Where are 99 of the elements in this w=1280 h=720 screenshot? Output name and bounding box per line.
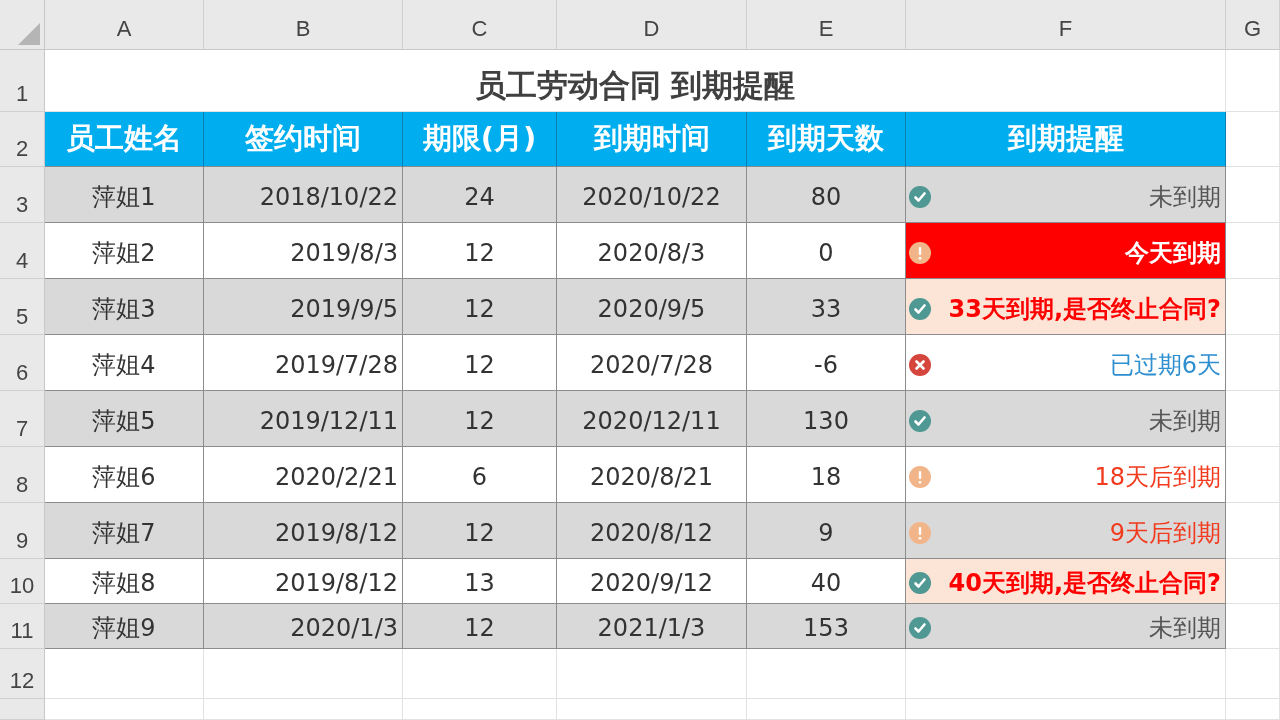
- empty-cell[interactable]: [204, 649, 403, 699]
- row-header[interactable]: 6: [15, 360, 29, 386]
- table-cell: 2020/8/21: [589, 462, 714, 491]
- column-title: 到期天数: [768, 120, 884, 157]
- table-cell-text: 萍姐3: [92, 293, 156, 325]
- table-cell-text: 今天到期: [1125, 237, 1221, 269]
- column-header[interactable]: A: [116, 15, 132, 42]
- empty-cell[interactable]: [1226, 223, 1280, 279]
- table-cell: 18: [810, 462, 842, 491]
- row-header[interactable]: 9: [15, 528, 29, 554]
- table-cell: 2020/12/11: [582, 406, 721, 435]
- table-cell: 2020/8/3: [597, 238, 706, 267]
- row-header[interactable]: 3: [15, 192, 29, 218]
- table-cell: 9: [818, 518, 834, 547]
- column-header[interactable]: D: [643, 15, 660, 42]
- table-cell-text: 未到期: [1149, 181, 1221, 213]
- empty-cell[interactable]: [1226, 335, 1280, 391]
- table-cell: 12: [464, 238, 495, 267]
- table-cell-text: 萍姐7: [92, 517, 156, 549]
- table-cell: 2020/9/5: [597, 294, 706, 323]
- table-cell-text: 萍姐1: [92, 181, 156, 213]
- empty-cell[interactable]: [747, 649, 906, 699]
- table-cell: 0: [818, 238, 834, 267]
- table-cell: 2018/10/22: [259, 182, 398, 211]
- table-cell: 2019/7/28: [274, 350, 398, 379]
- table-cell-text: 萍姐5: [92, 405, 156, 437]
- empty-cell[interactable]: [1226, 112, 1280, 167]
- table-cell: 13: [464, 569, 495, 597]
- table-cell: 2020/8/12: [589, 518, 714, 547]
- column-title: 到期提醒: [1007, 120, 1124, 157]
- table-cell: 6: [471, 462, 488, 491]
- table-cell-text: 萍姐6: [92, 461, 156, 493]
- table-cell: 12: [464, 350, 495, 379]
- column-header[interactable]: C: [471, 15, 488, 42]
- table-cell: 2021/1/3: [597, 614, 706, 642]
- row-header[interactable]: 4: [15, 248, 29, 274]
- empty-cell[interactable]: [747, 699, 906, 720]
- empty-cell[interactable]: [1226, 649, 1280, 699]
- table-cell: -6: [814, 350, 838, 379]
- table-cell: 130: [803, 406, 849, 435]
- column-title: 到期时间: [593, 120, 710, 157]
- empty-cell[interactable]: [204, 699, 403, 720]
- empty-cell[interactable]: [906, 649, 1226, 699]
- empty-cell[interactable]: [403, 699, 557, 720]
- column-header[interactable]: F: [1058, 15, 1073, 42]
- table-cell: 12: [464, 294, 495, 323]
- table-cell: 2019/9/5: [290, 294, 398, 323]
- table-cell: 2019/8/12: [274, 518, 398, 547]
- column-title: 期限(月): [422, 120, 537, 157]
- table-cell: 2019/8/3: [290, 238, 398, 267]
- table-cell: 33: [810, 294, 842, 323]
- table-cell: 2020/7/28: [589, 350, 714, 379]
- table-cell: 12: [464, 406, 495, 435]
- empty-cell[interactable]: [1226, 167, 1280, 223]
- table-cell: 12: [464, 518, 495, 547]
- select-all-icon[interactable]: [18, 23, 40, 45]
- table-cell: 2020/2/21: [274, 462, 398, 491]
- table-cell: 2019/8/12: [274, 569, 398, 597]
- empty-cell[interactable]: [1226, 503, 1280, 559]
- table-cell: 12: [464, 614, 495, 642]
- row-header[interactable]: 5: [15, 304, 29, 330]
- table-cell-text: 18天后到期: [1094, 461, 1221, 493]
- table-cell-text: 未到期: [1149, 405, 1221, 437]
- table-cell-text: 萍姐2: [92, 237, 156, 269]
- table-cell-text: 33天到期,是否终止合同?: [948, 293, 1221, 325]
- table-cell-text: 萍姐8: [92, 568, 156, 599]
- sheet-title: 员工劳动合同 到期提醒: [474, 65, 796, 105]
- empty-cell[interactable]: [1226, 447, 1280, 503]
- empty-cell[interactable]: [906, 699, 1226, 720]
- table-cell: 153: [803, 614, 849, 642]
- row-header[interactable]: 8: [15, 472, 29, 498]
- empty-cell[interactable]: [557, 649, 747, 699]
- empty-cell[interactable]: [1226, 279, 1280, 335]
- row-header[interactable]: 2: [15, 136, 29, 162]
- row-header[interactable]: [0, 699, 45, 720]
- table-cell-text: 40天到期,是否终止合同?: [948, 568, 1221, 599]
- empty-cell[interactable]: [557, 699, 747, 720]
- table-cell-text: 萍姐4: [92, 349, 156, 381]
- empty-cell[interactable]: [403, 649, 557, 699]
- column-title: 签约时间: [245, 120, 361, 157]
- table-cell: 2019/12/11: [259, 406, 398, 435]
- table-cell-text: 已过期6天: [1109, 349, 1221, 381]
- table-cell-text: 未到期: [1149, 613, 1221, 644]
- empty-cell[interactable]: [1226, 699, 1280, 720]
- table-cell-text: 萍姐9: [92, 613, 156, 644]
- column-header[interactable]: E: [818, 15, 834, 42]
- table-cell-text: 9天后到期: [1109, 517, 1221, 549]
- row-header[interactable]: 7: [15, 416, 29, 442]
- row-header[interactable]: 1: [15, 81, 29, 107]
- table-cell: 2020/1/3: [290, 614, 398, 642]
- table-cell: 80: [810, 182, 842, 211]
- column-title: 员工姓名: [66, 120, 182, 157]
- empty-cell[interactable]: [1226, 391, 1280, 447]
- table-cell: 24: [464, 182, 495, 211]
- table-cell: 40: [810, 569, 842, 597]
- table-cell: 2020/9/12: [589, 569, 714, 597]
- column-header[interactable]: G: [1243, 15, 1262, 42]
- column-header[interactable]: B: [295, 15, 311, 42]
- table-cell: 2020/10/22: [582, 182, 721, 211]
